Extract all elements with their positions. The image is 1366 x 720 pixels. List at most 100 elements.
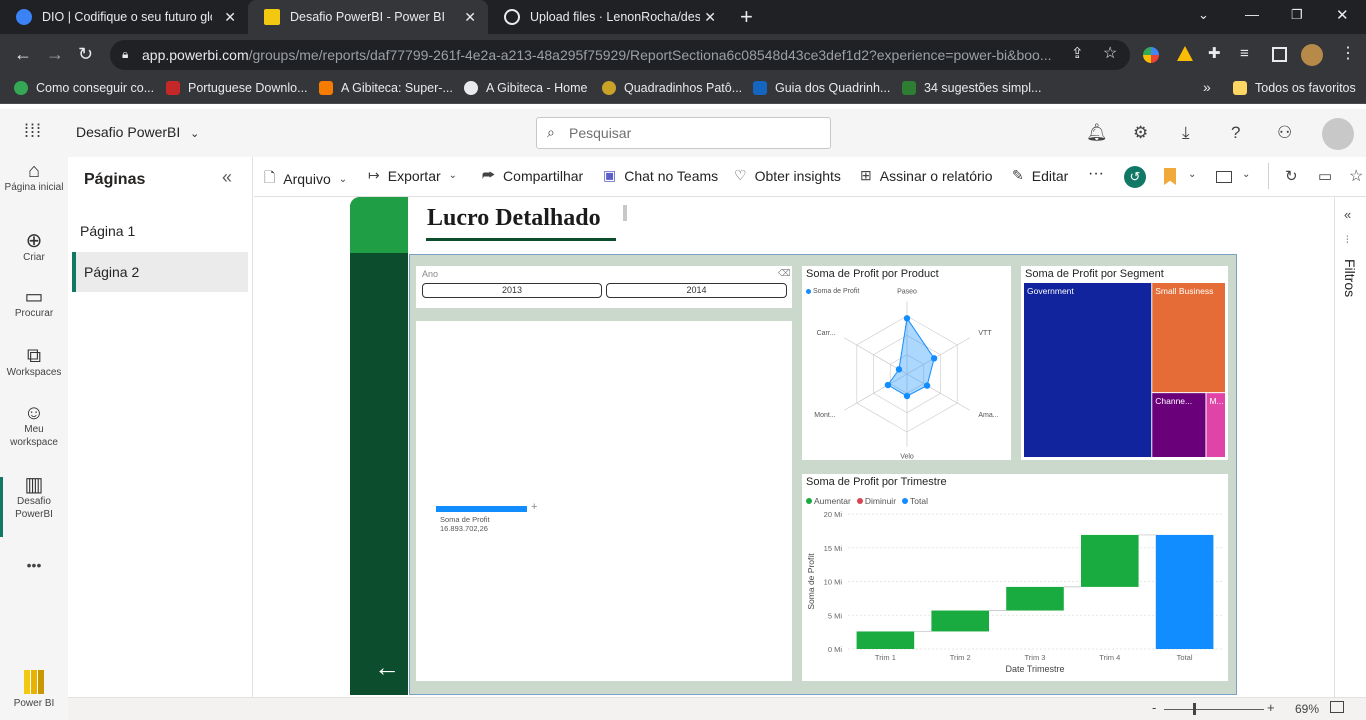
reload-icon[interactable]: ↻ bbox=[78, 44, 93, 64]
profile-avatar[interactable] bbox=[1301, 44, 1323, 66]
bookmark-item[interactable]: Guia dos Quadrinh... bbox=[753, 81, 890, 95]
arquivo-menu[interactable]: 🗋︎ Arquivo ⌄ bbox=[264, 167, 347, 191]
eraser-icon[interactable]: ⌫ bbox=[778, 268, 791, 279]
more-options-button[interactable]: ··· bbox=[1088, 165, 1104, 183]
back-icon[interactable]: ← bbox=[14, 44, 32, 64]
bell-icon[interactable]: 🔔︎ bbox=[1086, 123, 1108, 143]
file-icon: 🗋︎ bbox=[264, 169, 276, 185]
page-tab-1[interactable]: Página 1 bbox=[72, 211, 248, 251]
reset-icon[interactable]: ↺ bbox=[1124, 166, 1146, 188]
user-avatar[interactable] bbox=[1322, 118, 1354, 150]
close-icon[interactable]: ✕ bbox=[704, 9, 716, 26]
bookmark-item[interactable]: A Gibiteca: Super-... bbox=[319, 81, 453, 95]
expand-filters-icon[interactable]: « bbox=[1344, 207, 1351, 222]
radar-chart-svg: Paseo VTT Ama... Velo Mont... Carr... bbox=[814, 289, 998, 460]
bookmark-item[interactable]: Quadradinhos Patô... bbox=[602, 81, 742, 95]
bookmark-item[interactable]: Portuguese Downlo... bbox=[166, 81, 308, 95]
bookmark-item[interactable]: 34 sugestões simpl... bbox=[902, 81, 1041, 95]
side-band bbox=[350, 197, 408, 695]
bookmark-item[interactable]: A Gibiteca - Home bbox=[464, 81, 587, 95]
collapse-pane-button[interactable]: « bbox=[222, 167, 232, 188]
search-input[interactable]: ⌕ Pesquisar bbox=[536, 117, 831, 149]
media-icon[interactable]: ≡ bbox=[1240, 44, 1249, 64]
browser-tab-github[interactable]: Upload files · LenonRocha/desafi ✕ bbox=[488, 0, 728, 34]
nav-more-button[interactable]: ••• bbox=[0, 558, 68, 572]
close-icon[interactable]: ✕ bbox=[224, 9, 236, 26]
app-launcher-icon[interactable]: ⁞⁞⁞ bbox=[24, 121, 42, 142]
bookmark-label: A Gibiteca: Super-... bbox=[341, 81, 453, 95]
menu-kebab-icon[interactable]: ⋮ bbox=[1340, 44, 1356, 64]
zoom-slider-track[interactable] bbox=[1164, 709, 1264, 710]
treemap-tile bbox=[1024, 283, 1152, 457]
bookmarks-overflow-button[interactable]: » bbox=[1203, 79, 1211, 95]
google-drive-icon[interactable] bbox=[1177, 46, 1193, 61]
page-tab-2[interactable]: Página 2 bbox=[72, 252, 248, 292]
new-tab-button[interactable]: + bbox=[740, 4, 753, 30]
workspace-title[interactable]: Desafio PowerBI ⌄ bbox=[76, 124, 199, 140]
nav-workspaces[interactable]: ⧉ Workspaces bbox=[0, 346, 68, 379]
assinar-relatorio-button[interactable]: ⊞ Assinar o relatório bbox=[860, 167, 993, 184]
browser-tab-dio[interactable]: DIO | Codifique o seu futuro glo ✕ bbox=[0, 0, 248, 34]
download-icon[interactable]: ⤓ bbox=[1182, 123, 1190, 143]
comment-icon[interactable]: ▭ bbox=[1318, 167, 1332, 185]
tab-search-icon[interactable]: ⌄ bbox=[1198, 7, 1209, 23]
feedback-icon[interactable]: ⚇ bbox=[1277, 123, 1292, 143]
home-icon: ⌂ bbox=[27, 160, 41, 182]
nav-browse[interactable]: ▭ Procurar bbox=[0, 287, 68, 320]
chevron-down-icon[interactable]: ⌄ bbox=[1242, 169, 1250, 180]
window-close-icon[interactable]: ✕ bbox=[1336, 6, 1349, 24]
refresh-icon[interactable]: ↻ bbox=[1285, 167, 1298, 185]
waterfall-bar bbox=[1081, 534, 1139, 587]
editar-button[interactable]: ✎ Editar bbox=[1012, 167, 1068, 184]
side-panel-icon[interactable] bbox=[1272, 47, 1287, 62]
nav-home[interactable]: ⌂ Página inicial bbox=[0, 160, 68, 194]
zoom-in-button[interactable]: + bbox=[1267, 700, 1275, 715]
restore-icon[interactable]: ❐ bbox=[1291, 7, 1303, 23]
share-icon: ⮫ bbox=[482, 167, 496, 183]
all-bookmarks-folder[interactable]: Todos os favoritos bbox=[1233, 81, 1356, 95]
report-action-bar: 🗋︎ Arquivo ⌄ ↦ Exportar ⌄ ⮫ Compartilhar ▣ Cha… bbox=[254, 157, 1366, 197]
slicer-option-2014[interactable]: 2014 bbox=[606, 283, 787, 298]
browser-tab-powerbi[interactable]: Desafio PowerBI - Power BI ✕ bbox=[248, 0, 488, 34]
extensions-icon[interactable]: ✚ bbox=[1208, 44, 1221, 64]
back-arrow-icon[interactable]: ← bbox=[374, 652, 400, 683]
status-bar: - + 69% bbox=[68, 697, 1366, 720]
treemap-visual: Soma de Profit por Segment Government Sma… bbox=[1021, 266, 1228, 460]
zoom-slider-thumb[interactable] bbox=[1193, 703, 1196, 715]
filters-pane[interactable]: « ⫶ Filtros bbox=[1334, 197, 1366, 697]
treemap-tile bbox=[1152, 283, 1225, 393]
star-icon[interactable]: ☆ bbox=[1103, 44, 1117, 64]
bookmark-icon[interactable] bbox=[1164, 168, 1176, 185]
nav-create[interactable]: ⊕ Criar bbox=[0, 231, 68, 264]
plus-icon[interactable]: + bbox=[531, 501, 537, 513]
radar-point bbox=[903, 315, 911, 322]
nav-my-workspace[interactable]: ☺ Meu workspace bbox=[0, 403, 68, 449]
nav-desafio-powerbi[interactable]: ▥ Desafio PowerBI bbox=[0, 475, 68, 521]
view-icon[interactable] bbox=[1216, 171, 1232, 183]
address-bar[interactable]: 🔒︎ app.powerbi.com/groups/me/reports/daf… bbox=[110, 40, 1130, 70]
gear-icon[interactable]: ⚙ bbox=[1133, 123, 1148, 143]
title-underline bbox=[426, 238, 616, 241]
forward-icon[interactable]: → bbox=[46, 44, 64, 64]
side-band-top bbox=[350, 197, 408, 253]
exportar-menu[interactable]: ↦ Exportar ⌄ bbox=[368, 167, 457, 184]
bookmark-item[interactable]: Como conseguir co... bbox=[14, 81, 154, 95]
close-icon[interactable]: ✕ bbox=[464, 9, 476, 26]
favorite-star-icon[interactable]: ☆ bbox=[1349, 166, 1363, 186]
obter-insights-button[interactable]: ♡ Obter insights bbox=[734, 167, 841, 184]
slicer-option-2013[interactable]: 2013 bbox=[422, 283, 602, 298]
compartilhar-button[interactable]: ⮫ Compartilhar bbox=[482, 167, 583, 184]
minimize-icon[interactable]: — bbox=[1245, 6, 1259, 22]
help-icon[interactable]: ? bbox=[1231, 123, 1240, 143]
chevron-down-icon[interactable]: ⌄ bbox=[1188, 169, 1196, 180]
zoom-out-button[interactable]: - bbox=[1152, 700, 1156, 715]
chat-teams-button[interactable]: ▣ Chat no Teams bbox=[603, 167, 718, 184]
share-icon[interactable]: ⇪ bbox=[1071, 44, 1084, 64]
export-icon: ↦ bbox=[368, 167, 380, 183]
extension-google-icon[interactable] bbox=[1143, 47, 1159, 63]
nav-powerbi[interactable]: Power BI bbox=[0, 670, 68, 710]
fit-page-icon[interactable] bbox=[1330, 701, 1344, 713]
card-label: Soma de Profit bbox=[440, 515, 490, 524]
tab-title: Upload files · LenonRocha/desafi bbox=[530, 10, 700, 24]
powerbi-favicon-icon bbox=[264, 9, 280, 25]
